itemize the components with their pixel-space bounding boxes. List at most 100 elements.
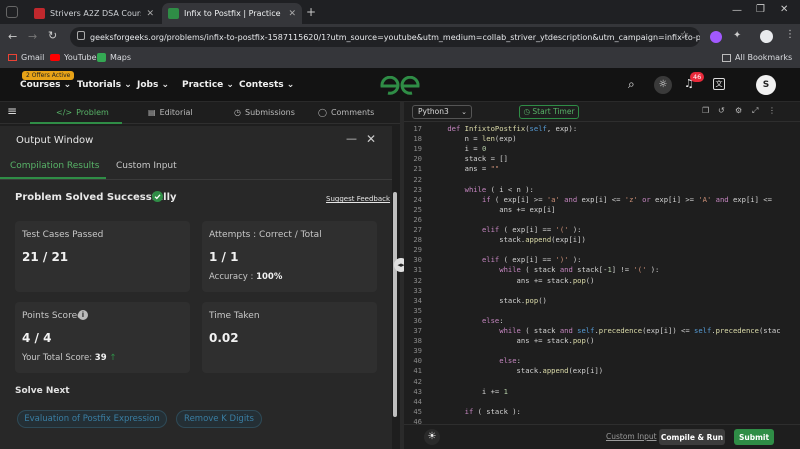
code-line[interactable]: else: [430,356,521,365]
bookmark-maps[interactable]: Maps [97,53,131,62]
forward-icon[interactable]: → [28,30,37,43]
hamburger-menu-icon[interactable]: ≡ [7,105,17,117]
restore-icon[interactable]: ❐ [756,4,765,15]
accuracy-row: Accuracy : 100% [209,272,282,282]
minimize-icon[interactable]: — [732,5,742,16]
tab-title: Infix to Postfix | Practice | Geek [184,9,283,18]
code-line[interactable]: ans += stack.pop() [430,336,595,345]
line-number: 40 [413,356,422,366]
editor-panel: Python3 ⌄ ◷ Start Timer ❐ ↺ ⚙ ⤢ ⋮ 17 def… [404,102,800,449]
total-score-value: 39 [94,353,107,363]
close-tab-icon[interactable]: ✕ [146,9,154,19]
browser-tab-infix[interactable]: Infix to Postfix | Practice | Geek ✕ [162,3,302,24]
subtab-compilation-results[interactable]: Compilation Results [10,161,99,171]
nav-courses[interactable]: Courses ⌄ [20,80,71,90]
code-line[interactable]: def InfixtoPostfix(self, exp): [430,124,577,133]
custom-input-link[interactable]: Custom Input [606,432,657,441]
code-line[interactable]: stack.pop() [430,296,547,305]
fullscreen-icon[interactable]: ⤢ [752,106,758,116]
tab-comments[interactable]: ◯ Comments [318,108,374,117]
code-line[interactable]: while ( stack and stack[-1] != '(' ): [430,265,659,274]
browser-tab-strivers[interactable]: Strivers A2Z DSA Course/Sheet ✕ [28,3,160,24]
next-problem-postfix[interactable]: Evaluation of Postfix Expression [17,410,167,428]
info-icon[interactable]: i [78,310,88,320]
code-line[interactable]: if ( exp[i] >= 'a' and exp[i] <= 'z' or … [430,195,772,204]
user-avatar[interactable]: S [756,75,776,95]
timer-icon: ◷ [523,107,530,116]
translate-icon[interactable]: 文 [713,78,725,90]
code-line[interactable]: if ( stack ): [430,407,521,416]
code-line[interactable]: else: [430,316,504,325]
all-bookmarks[interactable]: All Bookmarks [722,53,792,62]
offers-badge[interactable]: 2 Offers Active [22,71,75,80]
folder-icon [722,53,731,62]
extension-icon[interactable] [710,31,722,43]
subtab-custom-input[interactable]: Custom Input [116,161,177,171]
code-line[interactable]: ans = "" [430,164,500,173]
line-number: 27 [413,225,422,234]
site-info-icon[interactable] [77,31,85,40]
nav-tutorials[interactable]: Tutorials ⌄ [77,80,132,90]
code-line[interactable]: stack.append(exp[i]) [430,366,604,375]
code-line[interactable]: ans += exp[i] [430,205,555,214]
reset-icon[interactable]: ↺ [718,106,725,115]
submit-button[interactable]: Submit [734,429,774,445]
bookmark-youtube[interactable]: YouTube [50,53,97,62]
code-line[interactable]: elif ( exp[i] == ')' ): [430,255,582,264]
clock-icon: ◷ [234,108,241,117]
url-text: geeksforgeeks.org/problems/infix-to-post… [90,32,700,42]
gfg-logo-icon[interactable] [378,76,422,96]
code-line[interactable]: i = 0 [430,144,487,153]
code-line[interactable]: elif ( exp[i] == '(' ): [430,225,582,234]
lightbulb-icon[interactable]: ☀ [424,429,440,445]
code-line[interactable]: stack = [] [430,154,508,163]
code-editor[interactable]: 17 def InfixtoPostfix(self, exp): 18 n = … [404,124,800,426]
suggest-feedback-link[interactable]: Suggest Feedback [326,195,390,203]
copy-icon[interactable]: ❐ [702,106,709,115]
bookmark-label: Gmail [21,53,45,62]
new-tab-icon[interactable]: + [306,5,316,19]
attempts-value: 1 / 1 [209,250,239,264]
search-icon[interactable]: ⌕ [628,77,635,92]
profile-avatar[interactable] [760,30,773,43]
output-scrollbar[interactable] [393,192,397,417]
tab-submissions[interactable]: ◷ Submissions [234,108,295,117]
line-number: 33 [413,285,422,295]
theme-toggle-icon[interactable]: ☼ [654,76,672,94]
bookmark-label: YouTube [64,53,97,62]
nav-practice[interactable]: Practice ⌄ [182,80,234,90]
minimize-output-icon[interactable]: — [346,132,357,145]
language-select[interactable]: Python3 ⌄ [412,105,472,119]
address-bar-row: ← → ↻ geeksforgeeks.org/problems/infix-t… [0,24,800,50]
code-line[interactable]: while ( stack and self.precedence(exp[i]… [430,326,780,335]
compile-run-button[interactable]: Compile & Run [659,429,725,445]
close-output-icon[interactable]: ✕ [366,132,376,146]
settings-icon[interactable]: ⚙ [735,106,742,115]
browser-menu-icon[interactable]: ⋮ [785,29,795,40]
code-line[interactable]: i += 1 [430,387,508,396]
close-tab-icon[interactable]: ✕ [288,9,296,19]
start-timer-button[interactable]: ◷ Start Timer [519,105,579,119]
next-problem-remove-k[interactable]: Remove K Digits [176,410,262,428]
editor-footer: ☀ Custom Input Compile & Run Submit [404,424,800,449]
nav-contests[interactable]: Contests ⌄ [239,80,294,90]
more-options-icon[interactable]: ⋮ [768,106,776,115]
tab-problem[interactable]: </> Problem [56,108,109,117]
nav-jobs[interactable]: Jobs ⌄ [137,80,169,90]
attempts-card: Attempts : Correct / Total 1 / 1 Accurac… [202,221,377,292]
url-field[interactable]: geeksforgeeks.org/problems/infix-to-post… [70,27,700,47]
code-line[interactable]: ans += stack.pop() [430,276,595,285]
close-window-icon[interactable]: ✕ [780,4,788,15]
extensions-puzzle-icon[interactable]: ✦ [733,30,741,41]
code-line[interactable]: while ( i < n ): [430,185,534,194]
reload-icon[interactable]: ↻ [48,29,57,42]
back-icon[interactable]: ← [8,30,17,43]
accuracy-label: Accuracy : [209,272,254,282]
bookmark-gmail[interactable]: Gmail [8,53,44,62]
tab-editorial[interactable]: ▤ Editorial [148,108,193,117]
bookmark-star-icon[interactable]: ☆ [680,30,689,41]
code-line[interactable]: n = len(exp) [430,134,517,143]
points-label: Points Scored [22,311,83,321]
code-line[interactable]: stack.append(exp[i]) [430,235,586,244]
tab-search-icon[interactable] [6,6,18,18]
